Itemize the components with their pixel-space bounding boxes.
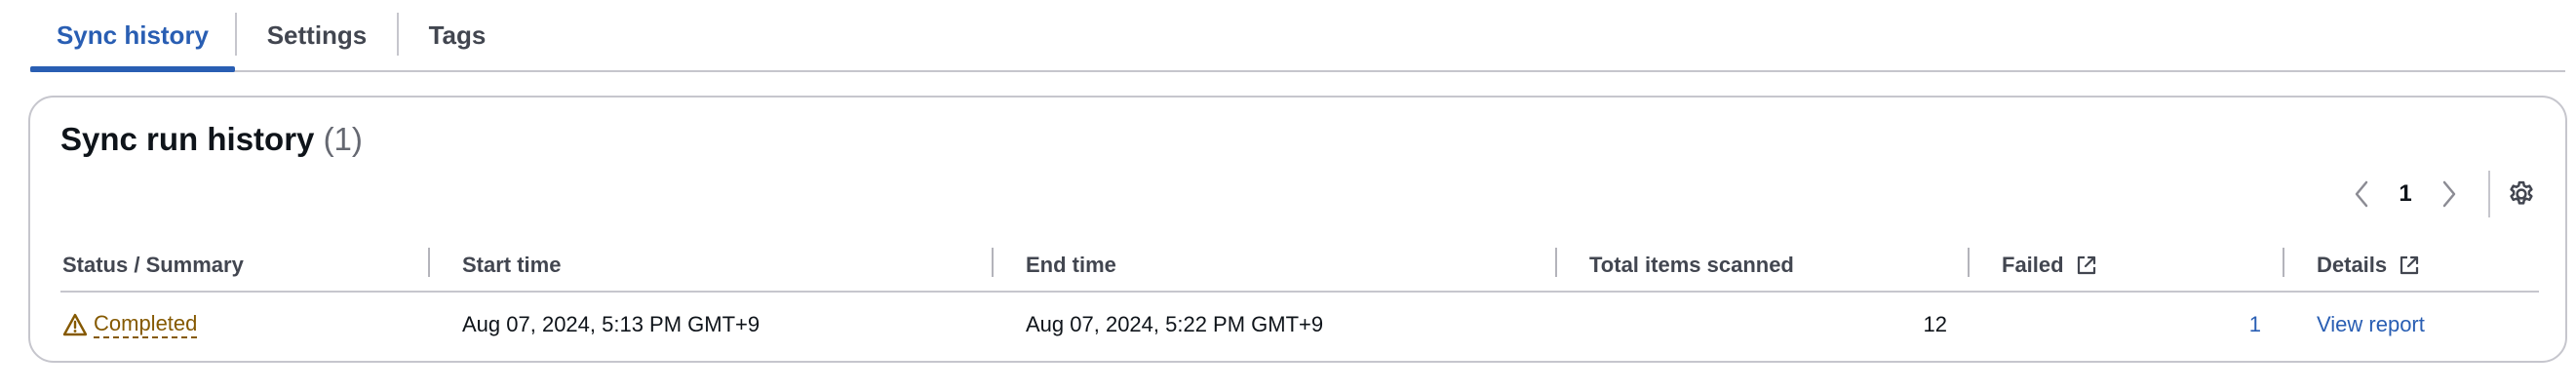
external-link-icon[interactable] [2399, 255, 2420, 276]
gear-icon [2510, 180, 2533, 205]
tab-label: Tags [428, 20, 487, 50]
column-header-details[interactable]: Details [2317, 240, 2420, 291]
column-resizer[interactable] [1968, 248, 1970, 277]
external-link-icon[interactable] [2076, 255, 2097, 276]
column-resizer[interactable] [1555, 248, 1557, 277]
next-page-button[interactable] [2430, 170, 2469, 218]
column-header-label: End time [1026, 253, 1116, 277]
failed-count[interactable]: 1 [2249, 312, 2261, 337]
chevron-right-icon [2442, 180, 2456, 208]
status-completed-popover-trigger[interactable]: Completed [62, 311, 198, 338]
column-resizer[interactable] [992, 248, 994, 277]
column-header-label: Total items scanned [1589, 253, 1794, 277]
tab-sync-history[interactable]: Sync history [30, 0, 235, 72]
warning-icon [62, 313, 88, 336]
tab-settings[interactable]: Settings [237, 0, 397, 70]
view-report-link[interactable]: View report [2317, 312, 2425, 337]
status-cell: Completed [62, 293, 198, 357]
tab-tags[interactable]: Tags [399, 0, 516, 70]
panel-title: Sync run history (1) [60, 121, 363, 158]
column-header-label: Status / Summary [62, 253, 244, 277]
tab-label: Settings [266, 20, 368, 50]
column-resizer[interactable] [2283, 248, 2284, 277]
pagination-divider [2488, 171, 2490, 217]
column-header-label: Start time [462, 253, 562, 277]
column-header-start-time[interactable]: Start time [462, 240, 561, 291]
status-text: Completed [94, 311, 198, 338]
column-header-total-items-scanned[interactable]: Total items scanned [1589, 240, 1794, 291]
table-preferences-button[interactable] [2500, 170, 2543, 218]
chevron-left-icon [2355, 180, 2368, 208]
column-header-status[interactable]: Status / Summary [62, 240, 244, 291]
panel-title-text: Sync run history [60, 121, 315, 157]
previous-page-button[interactable] [2342, 170, 2381, 218]
table-row: Completed Aug 07, 2024, 5:13 PM GMT+9 Au… [60, 293, 2539, 357]
table-body: Completed Aug 07, 2024, 5:13 PM GMT+9 Au… [60, 293, 2539, 357]
sync-run-history-panel: Sync run history (1) 1 Status / Summary [28, 96, 2567, 363]
start-time-cell: Aug 07, 2024, 5:13 PM GMT+9 [462, 312, 761, 336]
column-header-label: Details [2317, 253, 2388, 277]
details-cell: View report [2317, 293, 2425, 357]
total-items-scanned-cell: 12 [1923, 312, 1947, 336]
tab-label: Sync history [56, 20, 210, 50]
column-resizer[interactable] [428, 248, 430, 277]
current-page-number[interactable]: 1 [2381, 180, 2430, 208]
failed-count-link[interactable]: 1 [2002, 293, 2261, 357]
pagination: 1 [2342, 170, 2543, 218]
sync-history-table: Status / Summary Start time End time Tot… [60, 240, 2539, 357]
tab-bar: Sync history Settings Tags [30, 0, 2565, 72]
panel-title-count: (1) [323, 121, 363, 157]
column-header-label: Failed [2002, 253, 2064, 277]
table-header: Status / Summary Start time End time Tot… [60, 240, 2539, 293]
end-time-cell: Aug 07, 2024, 5:22 PM GMT+9 [1026, 312, 1324, 336]
column-header-end-time[interactable]: End time [1026, 240, 1116, 291]
column-header-failed[interactable]: Failed [2002, 240, 2097, 291]
